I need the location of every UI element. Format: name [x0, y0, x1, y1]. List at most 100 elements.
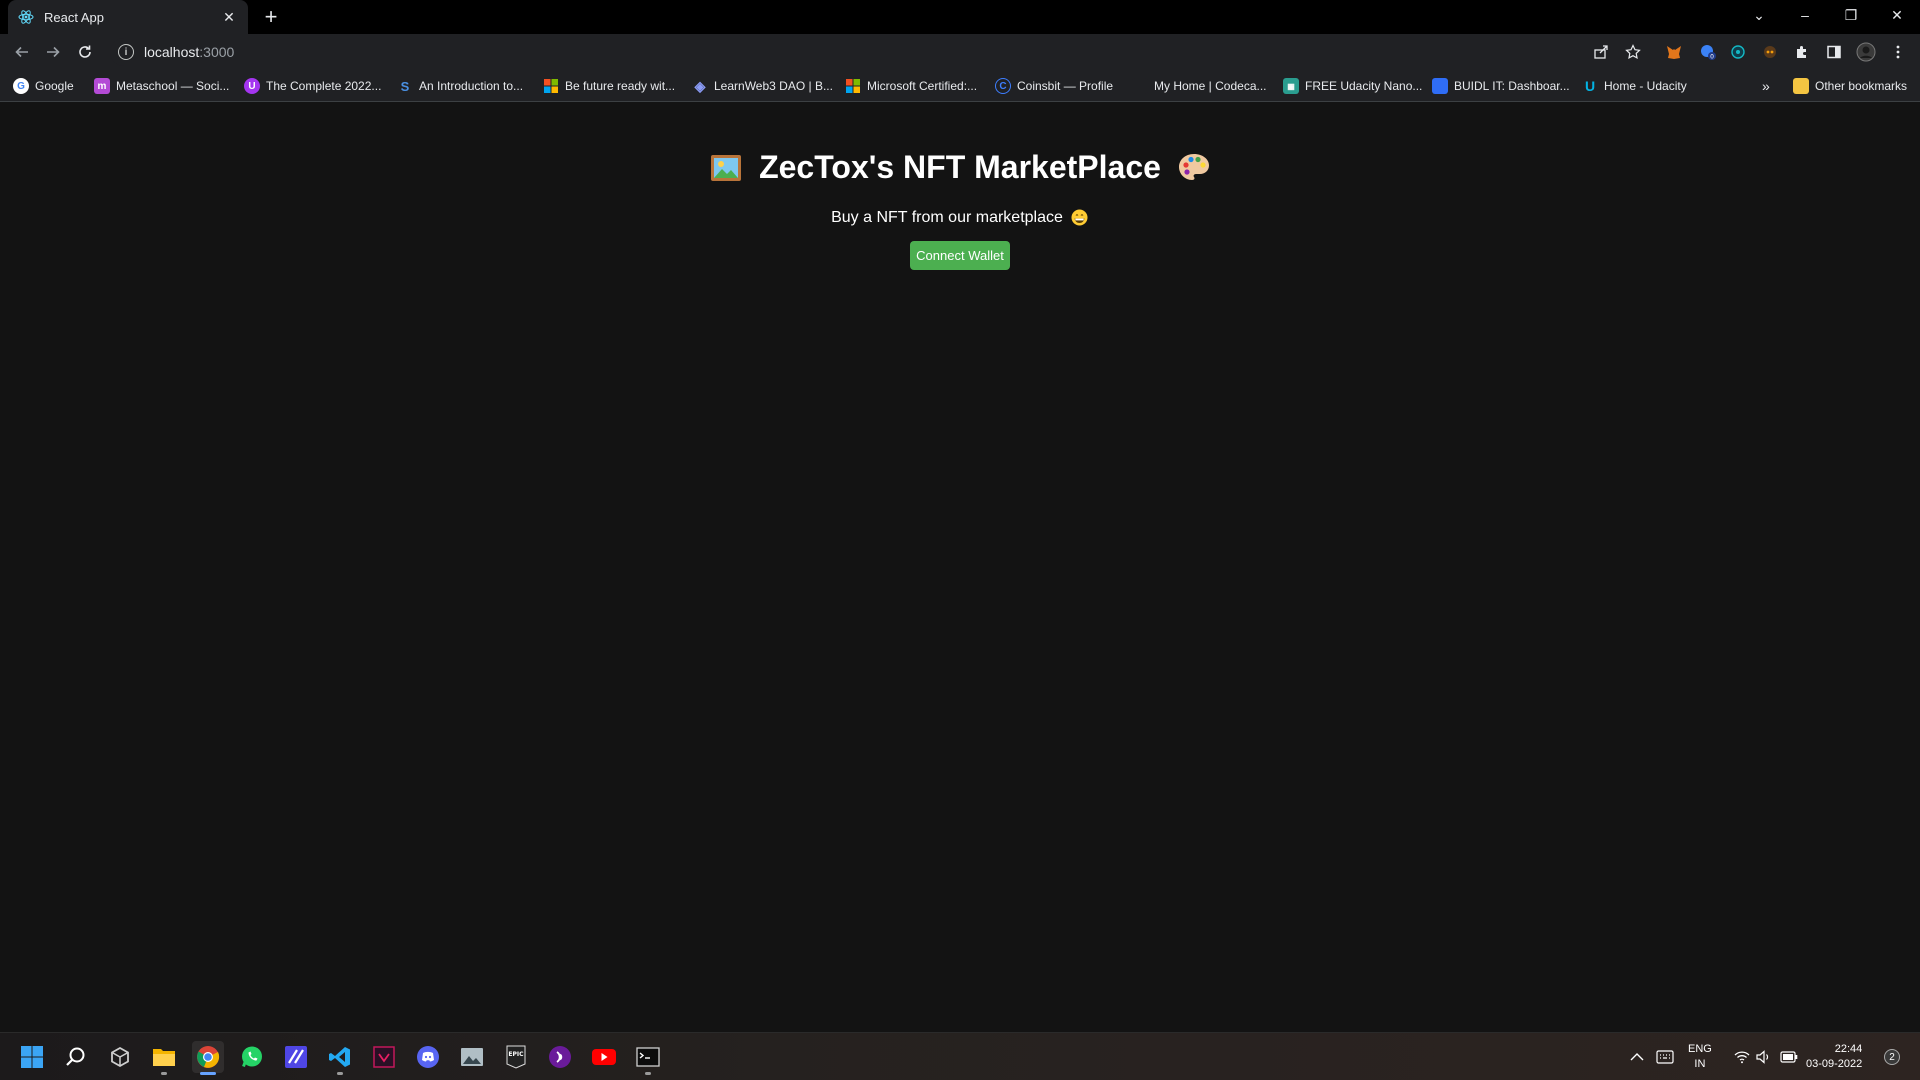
coinsbit-icon: C: [995, 78, 1011, 94]
chrome-icon[interactable]: [192, 1041, 224, 1075]
bookmark-solidity[interactable]: S An Introduction to...: [397, 76, 523, 96]
back-arrow-icon: [15, 46, 28, 58]
file-explorer-icon[interactable]: [148, 1041, 180, 1075]
show-hidden-icons-button[interactable]: [1630, 1033, 1644, 1080]
udacity-icon: U: [1584, 78, 1596, 94]
notification-center-button[interactable]: 2: [1884, 1033, 1900, 1080]
bookmark-label: Microsoft Certified:...: [867, 79, 978, 93]
bookmark-udacity-free[interactable]: ▦ FREE Udacity Nano...: [1283, 76, 1422, 96]
clock-time: 22:44: [1834, 1043, 1863, 1055]
profile-avatar[interactable]: [1856, 42, 1876, 62]
bookmark-learnweb3[interactable]: ◈ LearnWeb3 DAO | B...: [692, 76, 833, 96]
bookmark-star-icon[interactable]: [1623, 42, 1643, 62]
epic-games-icon[interactable]: EPIC: [500, 1041, 532, 1073]
bookmark-label: An Introduction to...: [419, 79, 524, 93]
bookmark-google[interactable]: G Google: [13, 76, 74, 96]
discord-icon[interactable]: [412, 1041, 444, 1073]
connect-wallet-button[interactable]: Connect Wallet: [910, 240, 1010, 270]
notification-count-badge: 2: [1884, 1049, 1900, 1065]
forward-arrow-icon: [47, 46, 60, 58]
udemy-icon: U: [244, 78, 260, 94]
bookmark-buidl-it[interactable]: BUIDL IT: Dashboar...: [1432, 76, 1570, 96]
bookmarks-bar: G Google m Metaschool — Soci... U The Co…: [0, 70, 1920, 102]
unity-icon[interactable]: [104, 1041, 136, 1073]
site-info-icon[interactable]: i: [118, 44, 134, 60]
page-title: ZecTox's NFT MarketPlace: [709, 149, 1211, 186]
youtube-icon[interactable]: [588, 1041, 620, 1073]
language-region: IN: [1694, 1058, 1706, 1070]
share-icon[interactable]: [1591, 42, 1611, 62]
reload-icon: [79, 45, 91, 58]
svg-text:0: 0: [1710, 54, 1714, 61]
page-title-text: ZecTox's NFT MarketPlace: [759, 149, 1161, 185]
editor-icon[interactable]: [280, 1041, 312, 1073]
microsoft-icon: [543, 78, 559, 94]
new-tab-button[interactable]: +: [260, 6, 282, 28]
page-subtitle: Buy a NFT from our marketplace: [831, 209, 1089, 227]
windows-taskbar: EPIC ENG IN 22:44 03-09-2022 2: [0, 1032, 1920, 1080]
podcast-icon[interactable]: [544, 1041, 576, 1073]
vscode-icon[interactable]: [324, 1041, 356, 1075]
bookmark-label: FREE Udacity Nano...: [1305, 79, 1423, 93]
battery-icon[interactable]: [1780, 1033, 1798, 1080]
browser-tab-active[interactable]: React App ✕: [8, 0, 248, 34]
touch-keyboard-icon[interactable]: [1656, 1033, 1674, 1080]
extension-icon-orange[interactable]: [1760, 42, 1780, 62]
minimize-button[interactable]: –: [1782, 0, 1828, 30]
bookmark-codecademy[interactable]: My Home | Codeca...: [1132, 76, 1267, 96]
extension-icon-teal[interactable]: [1728, 42, 1748, 62]
solidity-icon: S: [400, 78, 410, 94]
other-bookmarks-folder[interactable]: Other bookmarks: [1793, 76, 1907, 96]
reload-button[interactable]: [73, 40, 97, 64]
url-port: :3000: [199, 44, 235, 60]
address-bar[interactable]: i localhost :3000: [110, 38, 1640, 66]
bookmark-coinsbit[interactable]: C Coinsbit — Profile: [995, 76, 1113, 96]
bookmark-udemy[interactable]: U The Complete 2022...: [244, 76, 381, 96]
other-bookmarks-label: Other bookmarks: [1815, 79, 1908, 93]
running-indicator: [200, 1072, 216, 1075]
side-panel-icon[interactable]: [1824, 42, 1844, 62]
bookmark-be-future-ready[interactable]: Be future ready wit...: [543, 76, 675, 96]
bookmark-label: Coinsbit — Profile: [1017, 79, 1114, 93]
forward-button[interactable]: [41, 40, 65, 64]
language-indicator[interactable]: ENG IN: [1688, 1033, 1712, 1080]
close-window-button[interactable]: ✕: [1874, 0, 1920, 30]
chrome-menu-icon[interactable]: [1888, 42, 1908, 62]
tab-title: React App: [44, 9, 104, 25]
bookmark-metaschool[interactable]: m Metaschool — Soci...: [94, 76, 229, 96]
wifi-icon[interactable]: [1734, 1033, 1750, 1080]
clock-date: 03-09-2022: [1806, 1058, 1863, 1070]
bookmark-label: The Complete 2022...: [266, 79, 382, 93]
restore-button[interactable]: ❐: [1828, 0, 1874, 30]
back-button[interactable]: [10, 40, 34, 64]
extensions-puzzle-icon[interactable]: [1792, 42, 1812, 62]
page-viewport: ZecTox's NFT MarketPlace Buy a NFT from …: [0, 103, 1920, 1031]
bookmarks-overflow-button[interactable]: »: [1762, 76, 1770, 96]
bookmark-label: My Home | Codeca...: [1154, 79, 1267, 93]
photos-icon[interactable]: [456, 1041, 488, 1073]
react-icon: [18, 9, 34, 25]
running-indicator: [337, 1072, 343, 1075]
running-indicator: [645, 1072, 651, 1075]
metaschool-icon: m: [94, 78, 110, 94]
app-icon[interactable]: [368, 1041, 400, 1073]
clock[interactable]: 22:44 03-09-2022: [1806, 1033, 1862, 1080]
search-icon[interactable]: [60, 1041, 92, 1073]
metamask-extension-icon[interactable]: [1664, 42, 1684, 62]
bookmark-home-udacity[interactable]: U Home - Udacity: [1582, 76, 1687, 96]
terminal-icon[interactable]: [632, 1041, 664, 1075]
windows-start-icon[interactable]: [16, 1041, 48, 1073]
language-code: ENG: [1688, 1043, 1712, 1055]
whatsapp-icon[interactable]: [236, 1041, 268, 1073]
artist-palette-icon: [1177, 151, 1211, 185]
tab-search-dropdown-icon[interactable]: ⌄: [1736, 0, 1782, 30]
framed-picture-icon: [709, 151, 743, 185]
microsoft-icon: [845, 78, 861, 94]
subtitle-text: Buy a NFT from our marketplace: [831, 208, 1063, 226]
extension-badge-icon[interactable]: 0: [1698, 42, 1718, 62]
tab-close-icon[interactable]: ✕: [220, 8, 238, 26]
bookmark-label: LearnWeb3 DAO | B...: [714, 79, 833, 93]
bookmark-microsoft-certified[interactable]: Microsoft Certified:...: [845, 76, 977, 96]
udacity-icon: ▦: [1283, 78, 1299, 94]
volume-icon[interactable]: [1756, 1033, 1772, 1080]
